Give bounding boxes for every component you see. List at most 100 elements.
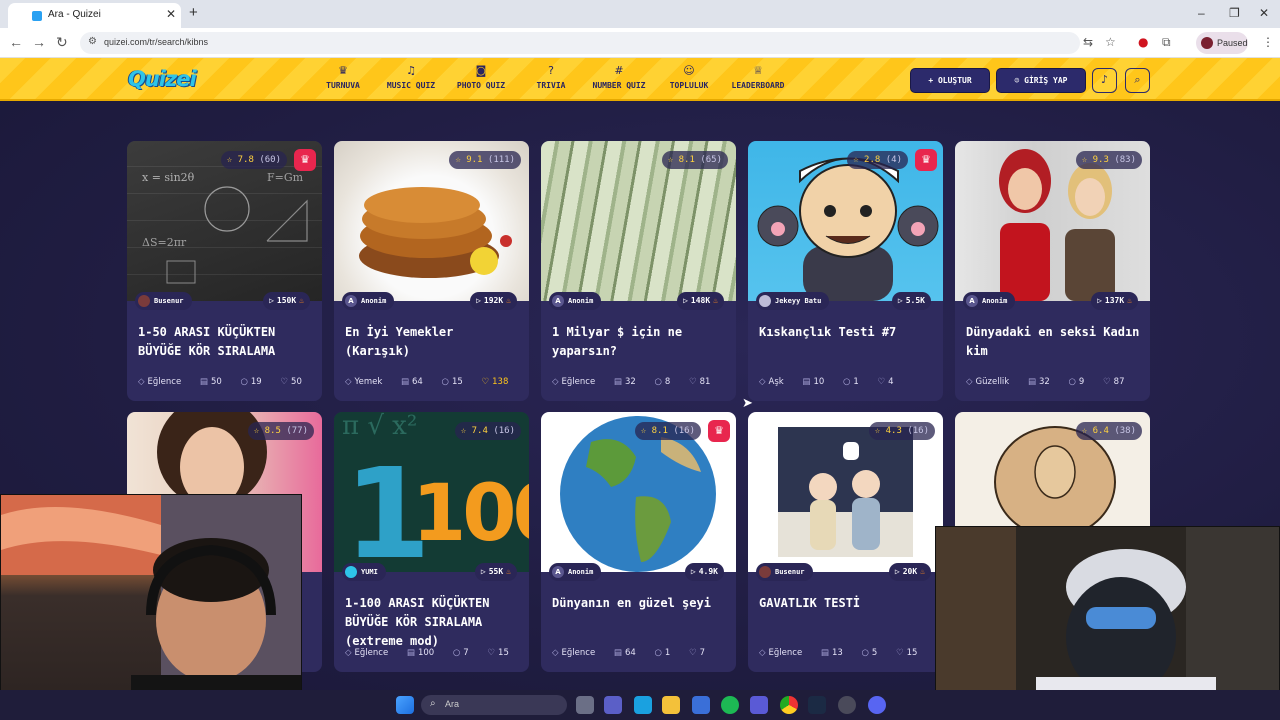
nav-music-quiz[interactable]: ♫ MUSIC QUIZ bbox=[382, 64, 440, 90]
author-chip[interactable]: Busenur bbox=[135, 292, 192, 310]
login-button[interactable]: ☺ GİRİŞ YAP bbox=[996, 68, 1086, 93]
heart-icon[interactable]: ♡ bbox=[878, 377, 886, 387]
chrome-icon[interactable] bbox=[780, 696, 798, 714]
notifications-bell-icon[interactable]: ♪ bbox=[1092, 68, 1117, 93]
streamer-webcam bbox=[0, 494, 302, 720]
quiz-card[interactable]: π √ x² 1 100 ☆ 7.4 (16) YUMI ▷55K♨ 1-100… bbox=[334, 412, 529, 672]
comment-count: ○ 8 bbox=[654, 377, 671, 387]
app-icon[interactable] bbox=[838, 696, 856, 714]
fire-icon: ♨ bbox=[713, 296, 718, 305]
author-chip[interactable]: A Anonim bbox=[549, 563, 602, 581]
quiz-title[interactable]: GAVATLIK TESTİ bbox=[759, 594, 939, 613]
author-chip[interactable]: YUMI bbox=[342, 563, 386, 581]
play-icon: ▷ bbox=[476, 296, 481, 305]
tag-icon: ◇ bbox=[345, 377, 352, 387]
quiz-card[interactable]: ☆ 8.1 (16) ♛ A Anonim ▷ 4.9K Dünyanın en g… bbox=[541, 412, 736, 672]
app-icon[interactable] bbox=[750, 696, 768, 714]
quiz-thumbnail bbox=[748, 141, 943, 301]
minimize-icon[interactable]: – bbox=[1198, 6, 1205, 20]
quiz-card[interactable]: ☆ 4.3 (16) Busenur ▷ 20K ♨ GAVATLIK TESTİ … bbox=[748, 412, 943, 672]
discord-icon[interactable] bbox=[868, 696, 886, 714]
steam-icon[interactable] bbox=[808, 696, 826, 714]
heart-icon[interactable]: ♡ bbox=[896, 648, 904, 658]
author-name: Busenur bbox=[775, 568, 805, 576]
quiz-title[interactable]: Dünyanın en güzel şeyi bbox=[552, 594, 732, 613]
quiz-card[interactable]: ☆ 8.1 (65) A Anonim ▷ 148K ♨ 1 Milyar $ içi… bbox=[541, 141, 736, 401]
plays-badge: ▷ 55K ♨ bbox=[474, 563, 517, 581]
nav-topluluk[interactable]: ☺ TOPLULUK bbox=[665, 64, 713, 90]
question-count: ▤ 50 bbox=[199, 377, 222, 387]
nav-turnuva[interactable]: ♛ TURNUVA bbox=[322, 64, 364, 90]
forward-icon[interactable]: → bbox=[32, 34, 46, 50]
quiz-card[interactable]: ☆ 9.1 (111) A Anonim ▷ 192K ♨ En İyi Yemekl… bbox=[334, 141, 529, 401]
heart-icon[interactable]: ♡ bbox=[482, 377, 490, 387]
quiz-title[interactable]: 1 Milyar $ için ne yaparsın? bbox=[552, 323, 732, 361]
play-icon: ▷ bbox=[894, 567, 900, 576]
site-info-icon[interactable]: ⚙ bbox=[88, 36, 97, 47]
heart-icon[interactable]: ♡ bbox=[1103, 377, 1111, 387]
category: ◇ Eğlence bbox=[138, 377, 182, 387]
bookmark-star-icon[interactable]: ☆ bbox=[1105, 35, 1116, 49]
back-icon[interactable]: ← bbox=[9, 34, 23, 50]
quiz-card[interactable]: ☆ 2.8 (4) ♛ Jekeyy Batu ▷ 5.5K Kıskançlık… bbox=[748, 141, 943, 401]
url-field[interactable]: ⚙ quizei.com/tr/search/kibns bbox=[80, 32, 1080, 54]
nav-trivia[interactable]: ? TRIVIA bbox=[532, 64, 570, 90]
quiz-title[interactable]: 1-50 ARASI KÜÇÜKTEN BÜYÜĞE KÖR SIRALAMA bbox=[138, 323, 318, 361]
quiz-card[interactable]: ☆ 9.3 (83) A Anonim ▷ 137K ♨ Dünyadaki en s… bbox=[955, 141, 1150, 401]
task-view-icon[interactable] bbox=[576, 696, 594, 714]
maximize-icon[interactable]: ❐ bbox=[1229, 6, 1240, 20]
rating-badge: ☆ 8.5 (77) bbox=[247, 422, 314, 440]
rating-badge: ☆ 6.4 (38) bbox=[1075, 422, 1142, 440]
nav-photo-quiz[interactable]: ◙ PHOTO QUIZ bbox=[452, 64, 510, 90]
site-logo[interactable]: Quizei bbox=[128, 67, 197, 91]
file-explorer-icon[interactable] bbox=[662, 696, 680, 714]
quiz-title[interactable]: 1-100 ARASI KÜÇÜKTEN BÜYÜĞE KÖR SIRALAMA… bbox=[345, 594, 525, 651]
community-icon: ☺ bbox=[683, 64, 695, 77]
close-window-icon[interactable]: ✕ bbox=[1259, 6, 1269, 20]
nav-number-quiz[interactable]: # NUMBER QUIZ bbox=[587, 64, 651, 90]
taskbar-search[interactable]: ⌕ Ara bbox=[421, 695, 567, 715]
quiz-title[interactable]: En İyi Yemekler (Karışık) bbox=[345, 323, 525, 361]
nav-label: TRIVIA bbox=[536, 81, 566, 90]
comment-count: ○ 7 bbox=[452, 648, 469, 658]
plays-badge: ▷ 5.5K bbox=[891, 292, 931, 310]
author-name: Anonim bbox=[568, 568, 594, 576]
author-chip[interactable]: Jekeyy Batu bbox=[756, 292, 830, 310]
quiz-title[interactable]: Dünyadaki en seksi Kadın kim bbox=[966, 323, 1146, 361]
rating-count: (60) bbox=[259, 155, 281, 165]
spotify-icon[interactable] bbox=[721, 696, 739, 714]
new-tab-icon[interactable]: + bbox=[189, 4, 198, 21]
create-button[interactable]: + OLUŞTUR bbox=[910, 68, 990, 93]
reload-icon[interactable]: ↻ bbox=[56, 34, 68, 51]
nav-leaderboard[interactable]: ♕ LEADERBOARD bbox=[726, 64, 790, 90]
close-tab-icon[interactable]: ✕ bbox=[166, 7, 176, 21]
comment-icon: ○ bbox=[654, 648, 662, 658]
start-menu-icon[interactable] bbox=[396, 696, 414, 714]
site-header: Quizei ♛ TURNUVA ♫ MUSIC QUIZ ◙ PHOTO QU… bbox=[0, 58, 1280, 101]
mail-icon[interactable] bbox=[634, 696, 652, 714]
heart-icon[interactable]: ♡ bbox=[280, 377, 288, 387]
translate-icon[interactable]: ⇆ bbox=[1083, 35, 1093, 49]
author-chip[interactable]: A Anonim bbox=[549, 292, 602, 310]
author-chip[interactable]: A Anonim bbox=[342, 292, 395, 310]
heart-icon[interactable]: ♡ bbox=[487, 648, 495, 658]
heart-icon[interactable]: ♡ bbox=[689, 377, 697, 387]
author-chip[interactable]: Busenur bbox=[756, 563, 813, 581]
teams-icon[interactable] bbox=[604, 696, 622, 714]
avatar bbox=[759, 295, 771, 307]
menu-icon[interactable]: ⋮ bbox=[1262, 35, 1274, 49]
search-icon[interactable]: ⌕ bbox=[1125, 68, 1150, 93]
rating-badge: ☆ 8.1 (16) bbox=[634, 422, 701, 440]
author-chip[interactable]: A Anonim bbox=[963, 292, 1016, 310]
quiz-card[interactable]: x = sin2θ ΔS=2πr F=Gm ☆ 7.8 (60) ♛ Busen… bbox=[127, 141, 322, 401]
extension-icon[interactable]: ● bbox=[1138, 35, 1148, 49]
question-count: ▤ 64 bbox=[613, 648, 636, 658]
browser-tab[interactable]: Ara - Quizei ✕ bbox=[8, 3, 181, 28]
like-count: ♡ 138 bbox=[481, 377, 509, 387]
extensions-puzzle-icon[interactable]: ⧉ bbox=[1162, 35, 1171, 50]
heart-icon[interactable]: ♡ bbox=[689, 648, 697, 658]
questions-icon: ▤ bbox=[199, 377, 208, 387]
profile-button[interactable]: Paused bbox=[1196, 32, 1248, 54]
quiz-title[interactable]: Kıskançlık Testi #7 bbox=[759, 323, 939, 342]
store-icon[interactable] bbox=[692, 696, 710, 714]
